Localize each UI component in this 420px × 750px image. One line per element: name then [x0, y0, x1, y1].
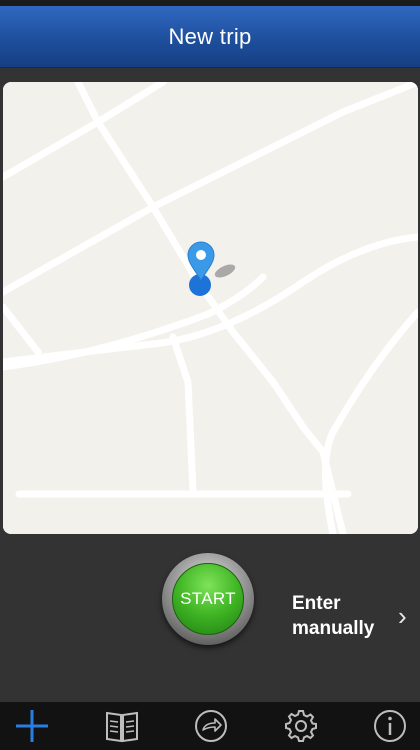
chevron-right-icon: › — [398, 601, 407, 631]
map-view[interactable] — [3, 82, 418, 534]
tab-new-trip[interactable] — [12, 706, 52, 746]
tab-settings[interactable] — [281, 706, 321, 746]
tab-info[interactable] — [370, 706, 410, 746]
enter-manually-label: Enter manually — [292, 591, 392, 641]
tab-log[interactable] — [102, 706, 142, 746]
enter-manually-line2: manually — [292, 618, 375, 639]
start-button[interactable]: START — [172, 563, 244, 635]
book-icon — [105, 711, 138, 743]
enter-manually-line1: Enter — [292, 593, 341, 614]
forward-arrow-icon — [195, 710, 227, 742]
info-icon — [374, 710, 406, 742]
tab-bar — [0, 702, 420, 750]
map-canvas[interactable] — [3, 82, 418, 534]
trip-controls: START Enter manually › — [0, 534, 420, 702]
gear-icon — [284, 710, 317, 742]
plus-icon — [16, 710, 48, 742]
tab-export[interactable] — [191, 706, 231, 746]
page-title: New trip — [168, 23, 252, 49]
start-button-ring[interactable]: START — [162, 553, 254, 645]
navigation-bar: New trip — [0, 6, 420, 68]
enter-manually-button[interactable]: Enter manually › — [292, 590, 414, 642]
